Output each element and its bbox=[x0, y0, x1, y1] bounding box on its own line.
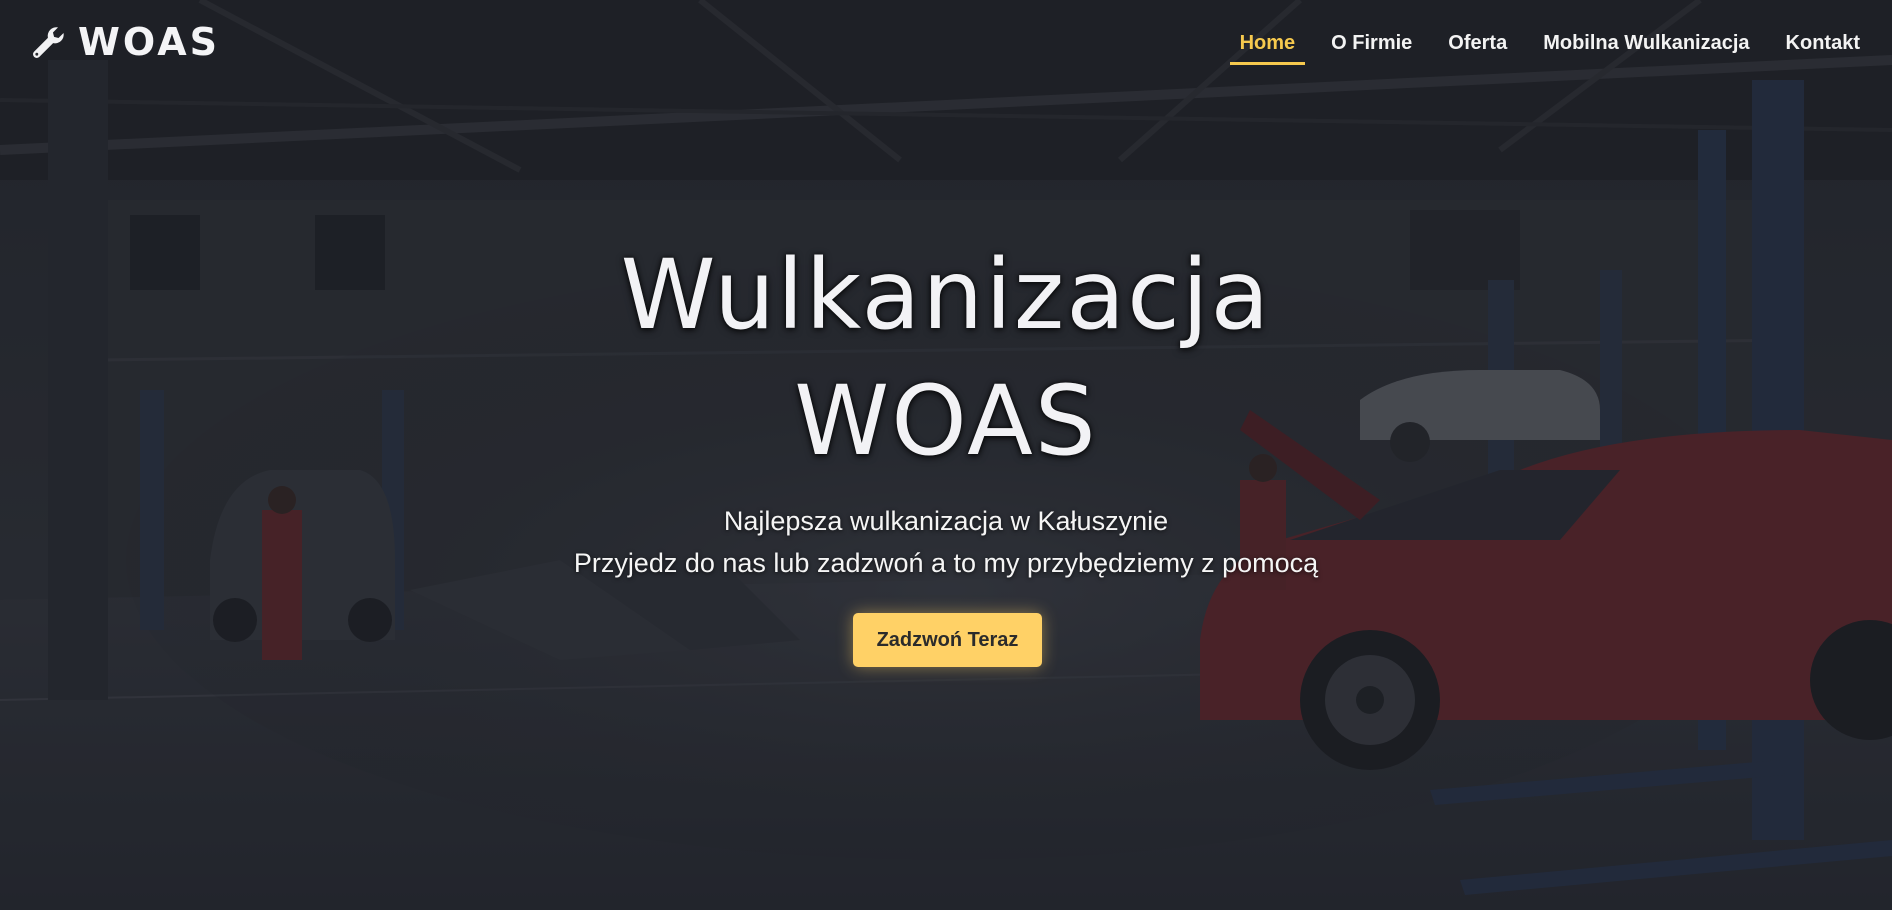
hero-title: Wulkanizacja WOAS bbox=[0, 232, 1892, 484]
call-now-button[interactable]: Zadzwoń Teraz bbox=[853, 613, 1042, 667]
nav-item-home[interactable]: Home bbox=[1229, 28, 1306, 65]
hero-subtitle: Najlepsza wulkanizacja w Kałuszynie Przy… bbox=[0, 500, 1892, 584]
main-nav: Home O Firmie Oferta Mobilna Wulkanizacj… bbox=[1229, 28, 1860, 65]
hero-subtitle-line1: Najlepsza wulkanizacja w Kałuszynie bbox=[723, 506, 1169, 536]
nav-item-oferta[interactable]: Oferta bbox=[1438, 28, 1517, 62]
hero-subtitle-line2: Przyjedz do nas lub zadzwoń a to my przy… bbox=[573, 548, 1319, 578]
hero-title-line1: Wulkanizacja bbox=[620, 239, 1272, 351]
hero-section: WOAS Home O Firmie Oferta Mobilna Wulkan… bbox=[0, 0, 1892, 910]
nav-item-mobilna-wulkanizacja[interactable]: Mobilna Wulkanizacja bbox=[1533, 28, 1759, 62]
nav-item-o-firmie[interactable]: O Firmie bbox=[1321, 28, 1422, 62]
wrench-icon bbox=[33, 27, 64, 58]
brand-logo[interactable]: WOAS bbox=[30, 22, 220, 62]
brand-name: WOAS bbox=[78, 20, 220, 64]
navbar: WOAS Home O Firmie Oferta Mobilna Wulkan… bbox=[0, 0, 1892, 86]
hero-title-line2: WOAS bbox=[794, 365, 1098, 477]
nav-item-kontakt[interactable]: Kontakt bbox=[1776, 28, 1870, 62]
